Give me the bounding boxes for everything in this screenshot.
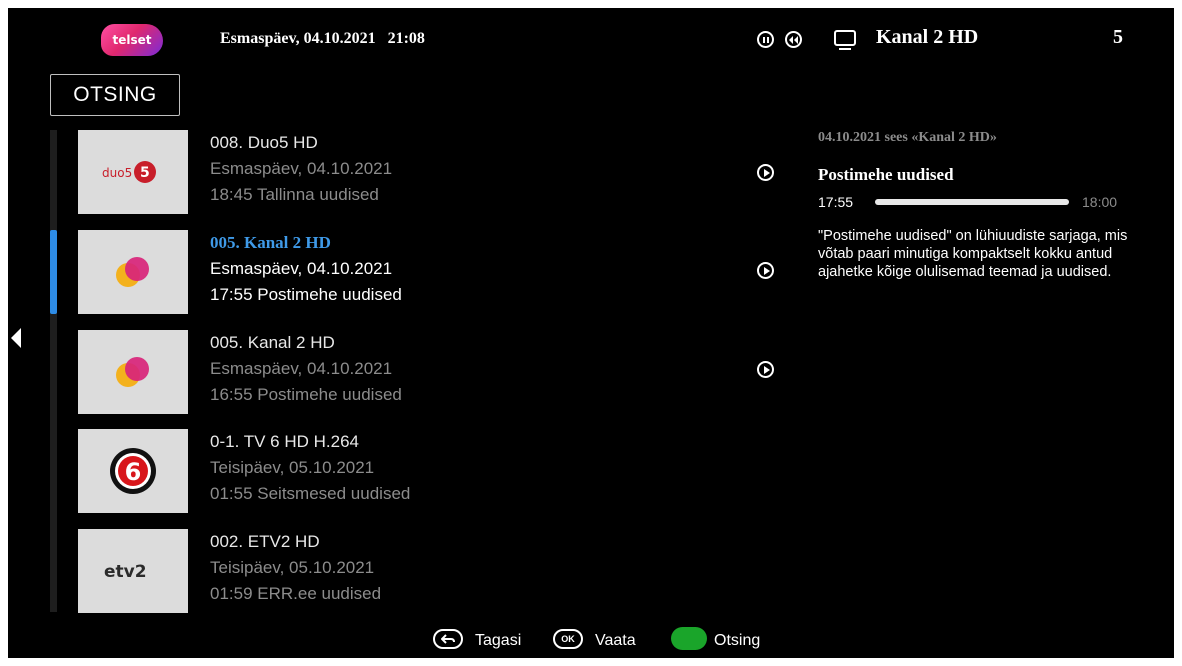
- current-channel-name: Kanal 2 HD: [876, 26, 979, 48]
- footer-back-label[interactable]: Tagasi: [475, 632, 521, 650]
- list-scrollbar-thumb[interactable]: [50, 230, 57, 314]
- detail-description: "Postimehe uudised" on lühiuudiste sarja…: [818, 228, 1128, 280]
- footer-watch-label[interactable]: Vaata: [595, 632, 636, 650]
- detail-program-title: Postimehe uudised: [818, 165, 954, 184]
- svg-text:5: 5: [140, 165, 150, 181]
- list-item-title: 002. ETV2 HD: [210, 532, 320, 551]
- list-item[interactable]: 6 0-1. TV 6 HD H.264 Teisipäev, 05.10.20…: [78, 429, 678, 513]
- list-item[interactable]: etv2 002. ETV2 HD Teisipäev, 05.10.2021 …: [78, 529, 678, 613]
- list-item-program: 01:55 Seitsmesed uudised: [210, 484, 411, 503]
- left-arrow-icon[interactable]: [11, 328, 21, 348]
- program-progress-fill: [875, 199, 1069, 205]
- list-item-date: Esmaspäev, 04.10.2021: [210, 359, 393, 378]
- list-item-date: Esmaspäev, 04.10.2021: [210, 259, 393, 278]
- svg-text:duo5: duo5: [102, 166, 132, 180]
- list-item-title: 0-1. TV 6 HD H.264: [210, 432, 359, 451]
- etv2-logo: etv2: [78, 529, 188, 613]
- list-item-date: Esmaspäev, 04.10.2021: [210, 159, 393, 178]
- list-item[interactable]: 005. Kanal 2 HD Esmaspäev, 04.10.2021 16…: [78, 330, 678, 414]
- list-item-title: 005. Kanal 2 HD: [210, 333, 335, 352]
- list-item-title: 008. Duo5 HD: [210, 133, 318, 152]
- current-channel-number: 5: [1113, 26, 1123, 48]
- svg-text:etv2: etv2: [104, 562, 147, 582]
- detail-start-time: 17:55: [818, 194, 854, 210]
- detail-end-time: 18:00: [1082, 194, 1118, 210]
- list-item-program: 16:55 Postimehe uudised: [210, 385, 402, 404]
- search-button[interactable]: OTSING: [50, 74, 180, 116]
- list-item[interactable]: 005. Kanal 2 HD Esmaspäev, 04.10.2021 17…: [78, 230, 678, 314]
- green-button-icon[interactable]: [671, 627, 707, 650]
- tv-icon: [834, 30, 856, 50]
- svg-text:6: 6: [125, 458, 142, 486]
- kanal2-logo: [78, 330, 188, 414]
- list-item-program: 17:55 Postimehe uudised: [210, 285, 402, 304]
- back-icon[interactable]: [433, 629, 463, 649]
- list-item[interactable]: duo5 5 008. Duo5 HD Esmaspäev, 04.10.202…: [78, 130, 678, 214]
- telset-logo: telset: [101, 24, 163, 56]
- play-icon[interactable]: [757, 262, 774, 279]
- list-scrollbar[interactable]: [50, 130, 57, 612]
- list-item-date: Teisipäev, 05.10.2021: [210, 458, 375, 477]
- footer-search-label[interactable]: Otsing: [714, 632, 760, 650]
- tv6-logo: 6: [78, 429, 188, 513]
- rewind-icon[interactable]: [785, 31, 802, 48]
- program-progress-bar: [875, 199, 1069, 205]
- play-icon[interactable]: [757, 361, 774, 378]
- list-item-program: 18:45 Tallinna uudised: [210, 185, 379, 204]
- tv-screen: telset Esmaspäev, 04.10.2021 21:08 Kanal…: [8, 8, 1174, 658]
- ok-icon[interactable]: OK: [553, 629, 583, 649]
- list-item-date: Teisipäev, 05.10.2021: [210, 558, 375, 577]
- list-item-program: 01:59 ERR.ee uudised: [210, 584, 382, 603]
- duo5-logo: duo5 5: [78, 130, 188, 214]
- pause-icon[interactable]: [757, 31, 774, 48]
- detail-heading: 04.10.2021 sees «Kanal 2 HD»: [818, 130, 997, 145]
- list-item-title: 005. Kanal 2 HD: [210, 233, 331, 252]
- kanal2-logo: [78, 230, 188, 314]
- play-icon[interactable]: [757, 164, 774, 181]
- header-datetime: Esmaspäev, 04.10.2021 21:08: [220, 30, 425, 47]
